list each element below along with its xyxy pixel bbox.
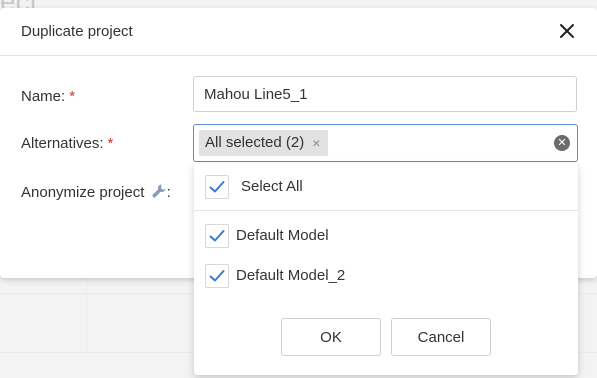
alternatives-label: Alternatives: * xyxy=(21,135,113,152)
select-all-checkbox[interactable] xyxy=(205,175,229,199)
close-icon xyxy=(560,24,574,38)
anonymize-label-suffix: : xyxy=(166,183,171,201)
chip-label: All selected (2) xyxy=(205,134,305,151)
close-button[interactable] xyxy=(556,20,578,42)
check-icon xyxy=(209,230,225,242)
option-label-default-model-2[interactable]: Default Model_2 xyxy=(236,267,345,284)
option-label-default-model[interactable]: Default Model xyxy=(236,227,329,244)
select-all-label[interactable]: Select All xyxy=(241,178,303,195)
alternatives-multiselect[interactable]: All selected (2) × ✕ xyxy=(193,124,578,162)
clear-selection-icon[interactable]: ✕ xyxy=(554,135,570,151)
selected-chip: All selected (2) × xyxy=(199,130,329,156)
alternatives-label-text: Alternatives: xyxy=(21,135,104,152)
chip-remove-icon[interactable]: × xyxy=(312,130,320,156)
check-icon xyxy=(209,270,225,282)
anonymize-label-text: Anonymize project xyxy=(21,183,145,201)
anonymize-label: Anonymize project : xyxy=(21,183,171,203)
name-label: Name: * xyxy=(21,88,75,105)
cancel-button[interactable]: Cancel xyxy=(391,318,491,356)
name-label-text: Name: xyxy=(21,88,66,105)
name-input[interactable] xyxy=(193,76,577,112)
wrench-icon xyxy=(151,183,167,203)
required-mark: * xyxy=(107,135,114,152)
required-mark: * xyxy=(69,88,76,105)
check-icon xyxy=(209,181,225,193)
alternatives-dropdown: Select All Default Model Default Model_2… xyxy=(194,163,578,375)
option-checkbox-default-model-2[interactable] xyxy=(205,264,229,288)
dialog-title: Duplicate project xyxy=(21,23,133,40)
option-checkbox-default-model[interactable] xyxy=(205,224,229,248)
dropdown-divider xyxy=(194,210,578,211)
dialog-header: Duplicate project xyxy=(0,8,597,56)
background-divider xyxy=(86,278,87,352)
ok-button[interactable]: OK xyxy=(281,318,381,356)
